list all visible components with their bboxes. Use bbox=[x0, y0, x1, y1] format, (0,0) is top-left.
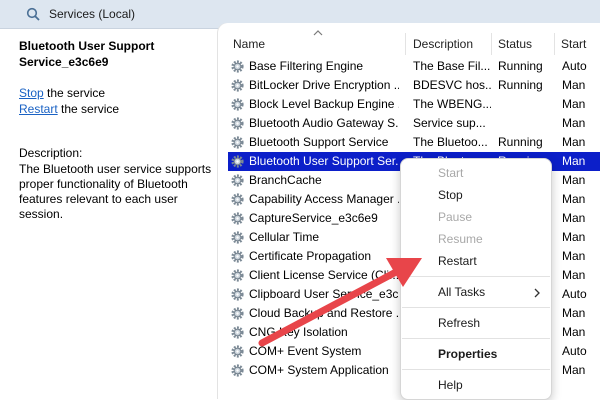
service-startup: Man bbox=[562, 325, 586, 339]
service-description: The Base Fil... bbox=[413, 59, 491, 73]
stop-suffix: the service bbox=[43, 86, 106, 100]
gear-icon bbox=[231, 364, 244, 377]
column-divider[interactable] bbox=[491, 33, 492, 55]
service-name: COM+ Event System bbox=[249, 344, 362, 358]
service-description: Service sup... bbox=[413, 116, 486, 130]
menu-separator bbox=[402, 338, 550, 339]
column-header-startup[interactable]: Start bbox=[561, 37, 586, 51]
service-startup: Man bbox=[562, 116, 586, 130]
service-title: Bluetooth User Support Service_e3c6e9 bbox=[19, 39, 155, 69]
service-startup: Man bbox=[562, 154, 586, 168]
gear-icon bbox=[231, 117, 244, 130]
service-description: The Bluetoo... bbox=[413, 135, 488, 149]
service-name: Clipboard User Service_e3c6... bbox=[249, 287, 399, 301]
menu-item-start: Start bbox=[438, 166, 464, 180]
gear-icon bbox=[231, 60, 244, 73]
menu-item-stop[interactable]: Stop bbox=[438, 188, 463, 202]
service-startup: Auto bbox=[562, 59, 587, 73]
service-startup: Man bbox=[562, 135, 586, 149]
service-status: Running bbox=[498, 135, 543, 149]
service-startup: Man bbox=[562, 211, 586, 225]
column-divider[interactable] bbox=[554, 33, 555, 55]
restart-link[interactable]: Restart bbox=[19, 102, 58, 116]
menu-separator bbox=[402, 307, 550, 308]
gear-icon bbox=[231, 98, 244, 111]
gear-icon bbox=[231, 326, 244, 339]
column-divider[interactable] bbox=[405, 33, 406, 55]
context-menu: Start Stop Pause Resume Restart All Task… bbox=[400, 158, 552, 400]
service-startup: Man bbox=[562, 78, 586, 92]
menu-item-restart[interactable]: Restart bbox=[438, 254, 477, 268]
stop-action-line: Stop the service bbox=[19, 85, 105, 101]
service-name: Certificate Propagation bbox=[249, 249, 372, 263]
service-status: Running bbox=[498, 59, 543, 73]
menu-item-all-tasks[interactable]: All Tasks bbox=[438, 285, 485, 299]
menu-item-pause: Pause bbox=[438, 210, 473, 224]
gear-icon bbox=[231, 345, 244, 358]
service-name: COM+ System Application bbox=[249, 363, 389, 377]
menu-item-help[interactable]: Help bbox=[438, 378, 463, 392]
column-header-status[interactable]: Status bbox=[498, 37, 532, 51]
service-row[interactable]: Bluetooth Support Service The Bluetoo... R… bbox=[228, 133, 600, 152]
menu-separator bbox=[402, 276, 550, 277]
restart-suffix: the service bbox=[57, 102, 120, 116]
service-startup: Man bbox=[562, 97, 586, 111]
service-description: BDESVC hos... bbox=[413, 78, 491, 92]
gear-icon bbox=[231, 250, 244, 263]
service-name: Bluetooth Support Service bbox=[249, 135, 389, 149]
gear-icon bbox=[231, 307, 244, 320]
service-name: CNG Key Isolation bbox=[249, 325, 348, 339]
service-startup: Auto bbox=[562, 287, 587, 301]
sort-ascending-icon bbox=[313, 30, 323, 36]
gear-icon bbox=[231, 136, 244, 149]
service-startup: Auto bbox=[562, 344, 587, 358]
description-text: The Bluetooth user service supports prop… bbox=[19, 162, 212, 221]
description-label: Description: bbox=[19, 146, 83, 160]
service-name: Bluetooth Audio Gateway S... bbox=[249, 116, 399, 130]
restart-action-line: Restart the service bbox=[19, 101, 119, 117]
service-row[interactable]: BitLocker Drive Encryption ... BDESVC hos… bbox=[228, 76, 600, 95]
service-row[interactable]: Bluetooth Audio Gateway S... Service sup.… bbox=[228, 114, 600, 133]
service-status: Running bbox=[498, 78, 543, 92]
gear-icon bbox=[231, 155, 244, 168]
service-name: Bluetooth User Support Ser... bbox=[249, 154, 399, 168]
menu-item-resume: Resume bbox=[438, 232, 483, 246]
gear-icon bbox=[231, 79, 244, 92]
service-name: BranchCache bbox=[249, 173, 322, 187]
service-startup: Man bbox=[562, 173, 586, 187]
service-name: Capability Access Manager ... bbox=[249, 192, 399, 206]
service-name: Cellular Time bbox=[249, 230, 320, 244]
column-header-name[interactable]: Name bbox=[233, 37, 265, 51]
service-startup: Man bbox=[562, 363, 586, 377]
gear-icon bbox=[231, 288, 244, 301]
service-name: Cloud Backup and Restore ... bbox=[249, 306, 399, 320]
service-name: Block Level Backup Engine ... bbox=[249, 97, 399, 111]
window-title: Services (Local) bbox=[49, 7, 136, 21]
service-row[interactable]: Block Level Backup Engine ... The WBENG..… bbox=[228, 95, 600, 114]
service-startup: Man bbox=[562, 192, 586, 206]
menu-item-refresh[interactable]: Refresh bbox=[438, 316, 480, 330]
stop-link[interactable]: Stop bbox=[19, 86, 44, 100]
service-startup: Man bbox=[562, 306, 586, 320]
gear-icon bbox=[231, 212, 244, 225]
service-startup: Man bbox=[562, 268, 586, 282]
service-startup: Man bbox=[562, 230, 586, 244]
menu-item-properties[interactable]: Properties bbox=[438, 347, 497, 361]
service-name: Client License Service (Cli... bbox=[249, 268, 399, 282]
magnifier-icon bbox=[26, 7, 40, 21]
gear-icon bbox=[231, 193, 244, 206]
service-row[interactable]: Base Filtering Engine The Base Fil... Runn… bbox=[228, 57, 600, 76]
service-name: CaptureService_e3c6e9 bbox=[249, 211, 378, 225]
gear-icon bbox=[231, 174, 244, 187]
service-name: BitLocker Drive Encryption ... bbox=[249, 78, 399, 92]
menu-separator bbox=[402, 369, 550, 370]
gear-icon bbox=[231, 231, 244, 244]
column-header-description[interactable]: Description bbox=[413, 37, 473, 51]
service-name: Base Filtering Engine bbox=[249, 59, 364, 73]
service-details-pane: Bluetooth User Support Service_e3c6e9 St… bbox=[0, 29, 228, 399]
chevron-right-icon bbox=[534, 288, 540, 298]
service-startup: Man bbox=[562, 249, 586, 263]
gear-icon bbox=[231, 269, 244, 282]
service-description: The WBENG... bbox=[413, 97, 491, 111]
